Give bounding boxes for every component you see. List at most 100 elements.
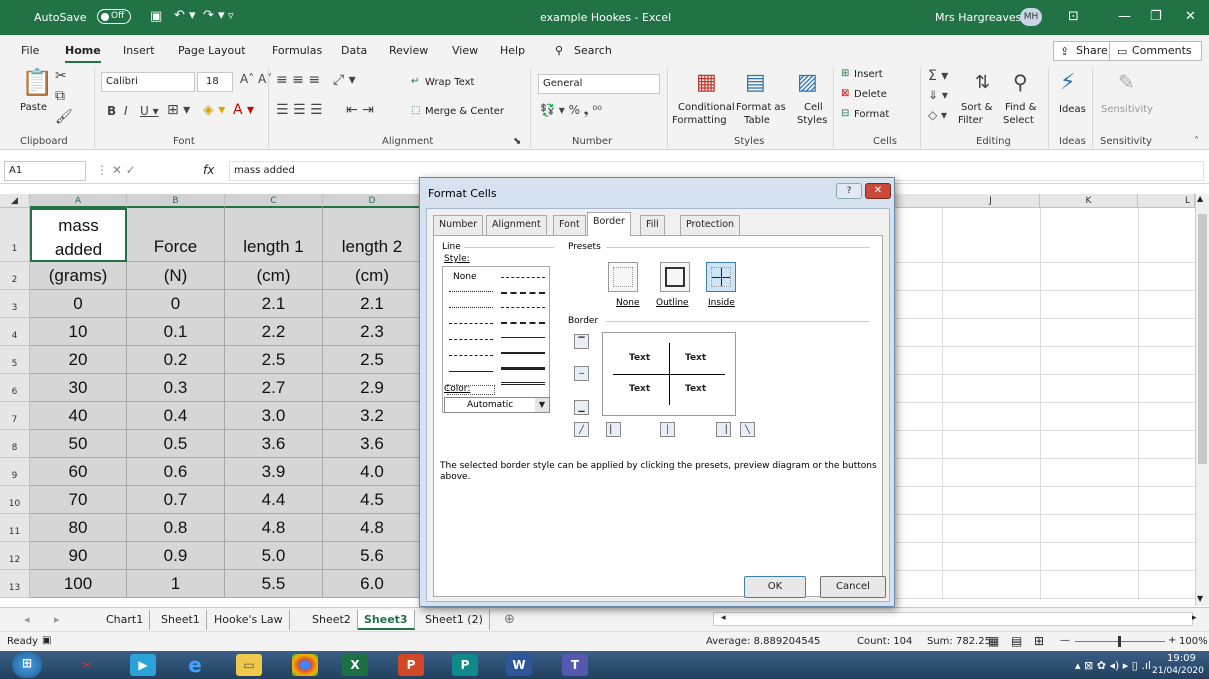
preset-outline-button[interactable] [660,262,690,292]
sensitivity-icon[interactable]: ✎ [1118,70,1135,94]
search-icon[interactable]: ⚲ [555,44,563,57]
underline-icon[interactable]: U ▾ [140,104,159,118]
dialog-tab-fill[interactable]: Fill [640,215,665,235]
insert-cells-button[interactable]: Insert [854,69,883,80]
tab-view[interactable]: View [452,44,478,57]
data-cell[interactable]: 4.8 [323,514,422,542]
redo-icon[interactable]: ↷ ▾ [203,8,225,23]
data-cell[interactable]: 3.0 [225,402,323,430]
cell-c1[interactable]: length 1 [225,208,323,262]
bold-icon[interactable]: B [107,104,116,118]
cell-styles-icon[interactable]: ▨ [797,70,818,95]
horizontal-scrollbar[interactable] [713,612,1193,626]
line-style-option[interactable] [449,355,493,356]
sheet-tab[interactable]: Sheet2 [306,610,358,630]
border-diagonal-down-button[interactable]: ╲ [740,422,755,437]
app-icon[interactable]: ✂ [74,654,100,676]
publisher-icon[interactable]: P [452,654,478,676]
tab-home[interactable]: Home [65,44,101,63]
font-name-select[interactable]: Calibri [101,72,195,92]
data-cell[interactable]: 0.4 [127,402,225,430]
data-cell[interactable]: 4.8 [225,514,323,542]
cell-d2[interactable]: (cm) [323,262,422,290]
cell-b2[interactable]: (N) [127,262,225,290]
data-cell[interactable]: 0.9 [127,542,225,570]
row-header[interactable]: 8 [0,430,30,458]
word-icon[interactable]: W [506,654,532,676]
data-cell[interactable]: 2.5 [323,346,422,374]
data-cell[interactable]: 60 [30,458,127,486]
conditional-formatting-icon[interactable]: ▦ [696,70,717,95]
data-cell[interactable]: 30 [30,374,127,402]
number-format-select[interactable]: General [538,74,660,94]
align-top-icon[interactable]: ≡ ≡ ≡ [276,72,320,88]
search-box[interactable]: Search [574,44,612,57]
data-cell[interactable]: 2.1 [225,290,323,318]
alignment-launcher-icon[interactable]: ⬊ [513,136,521,147]
chevron-down-icon[interactable]: ▼ [535,398,549,412]
powerpoint-icon[interactable]: P [398,654,424,676]
data-cell[interactable]: 80 [30,514,127,542]
normal-view-icon[interactable]: ▦ [988,634,999,648]
line-style-option[interactable] [449,339,493,340]
cell-a2[interactable]: (grams) [30,262,127,290]
row-header[interactable]: 4 [0,318,30,346]
tab-data[interactable]: Data [341,44,367,57]
data-cell[interactable]: 40 [30,402,127,430]
column-header[interactable]: L [1138,194,1195,208]
zoom-in-icon[interactable]: + [1168,635,1176,646]
tab-scroll-left-icon[interactable]: ◂ [18,610,36,630]
teams-icon[interactable]: T [562,654,588,676]
undo-icon[interactable]: ↶ ▾ [174,8,196,23]
dialog-tab-alignment[interactable]: Alignment [486,215,547,235]
row-header[interactable]: 13 [0,570,30,598]
data-cell[interactable]: 0 [127,290,225,318]
column-header[interactable]: J [942,194,1040,208]
line-style-option[interactable] [501,352,545,354]
tab-insert[interactable]: Insert [123,44,155,57]
page-break-view-icon[interactable]: ⊞ [1034,634,1044,648]
column-header[interactable]: K [1040,194,1138,208]
column-header[interactable]: B [127,194,225,208]
format-as-table-button[interactable]: Format as [736,102,786,113]
copy-icon[interactable]: ⧉ [55,88,65,104]
user-avatar[interactable]: MH [1020,8,1042,26]
find-select-icon[interactable]: ⚲ [1013,70,1028,94]
internet-explorer-icon[interactable]: e [182,654,208,676]
data-cell[interactable]: 2.9 [323,374,422,402]
row-header[interactable]: 12 [0,542,30,570]
data-cell[interactable]: 0.5 [127,430,225,458]
row-header[interactable]: 10 [0,486,30,514]
line-style-option[interactable] [449,291,493,292]
format-painter-icon[interactable]: 🖌 [55,109,73,125]
line-style-option[interactable] [449,323,493,324]
zoom-slider-thumb[interactable] [1118,636,1121,647]
border-bottom-button[interactable]: ▁ [574,400,589,415]
color-select[interactable]: Automatic ▼ [444,397,550,413]
add-sheet-icon[interactable]: ⊕ [498,610,521,630]
column-header[interactable]: C [225,194,323,208]
select-all-corner[interactable]: ◢ [0,194,30,208]
data-cell[interactable]: 3.9 [225,458,323,486]
sensitivity-button[interactable]: Sensitivity [1101,104,1153,115]
hscroll-left-icon[interactable]: ◂ [715,608,732,628]
cancel-button[interactable]: Cancel [820,576,886,598]
data-cell[interactable]: 5.6 [323,542,422,570]
data-cell[interactable]: 0.2 [127,346,225,374]
row-header[interactable]: 2 [0,262,30,290]
sheet-tab[interactable]: Chart1 [100,610,151,630]
cell-a1[interactable]: mass added [30,208,127,262]
format-as-table-sub[interactable]: Table [744,115,770,126]
wrap-text-button[interactable]: Wrap Text [411,77,474,88]
fill-icon[interactable]: ⇓ ▾ [928,88,948,102]
italic-icon[interactable]: I [124,104,128,118]
data-cell[interactable]: 2.5 [225,346,323,374]
sheet-tab[interactable]: Sheet1 (2) [419,610,490,630]
zoom-level[interactable]: 100% [1179,636,1208,647]
name-box[interactable]: A1 [4,161,86,181]
borders-icon[interactable]: ⊞ ▾ [167,102,190,118]
ideas-icon[interactable]: ⚡ [1060,70,1075,95]
ok-button[interactable]: OK [744,576,806,598]
cell-styles-sub[interactable]: Styles [797,115,827,126]
format-as-table-icon[interactable]: ▤ [745,70,766,95]
